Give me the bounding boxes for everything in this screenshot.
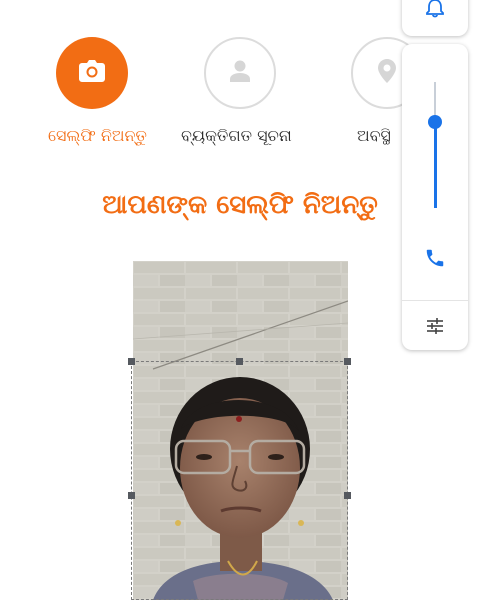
crop-handle-top-center[interactable] xyxy=(236,358,243,365)
volume-slider-thumb[interactable] xyxy=(428,115,442,129)
volume-panel xyxy=(402,44,468,350)
step-location-label: ଅବସ୍ଥି xyxy=(357,126,391,145)
phone-icon[interactable] xyxy=(424,247,446,273)
crop-handle-top-left[interactable] xyxy=(128,358,135,365)
camera-icon xyxy=(79,60,105,86)
step-personal-info-label: ବ୍ୟକ୍ତିଗତ ସୂଚନା xyxy=(181,126,292,145)
selfie-capture-screen: ସେଲ୍ଫି ନିଅନ୍ତୁ ବ୍ୟକ୍ତିଗତ ସୂଚନା ଅବସ୍ଥି ଆପ… xyxy=(0,0,480,600)
crop-handle-middle-left[interactable] xyxy=(128,492,135,499)
volume-mode-button[interactable] xyxy=(402,0,468,36)
person-icon xyxy=(230,60,250,86)
step-selfie-label: ସେଲ୍ଫି ନିଅନ୍ତୁ xyxy=(48,126,147,145)
volume-level-fill xyxy=(434,122,437,208)
crop-selection-box[interactable] xyxy=(131,361,348,600)
crop-handle-top-right[interactable] xyxy=(344,358,351,365)
volume-panel-divider xyxy=(402,300,468,301)
step-personal-info-button[interactable] xyxy=(204,37,276,109)
settings-sliders-icon[interactable] xyxy=(425,316,445,340)
crop-handle-middle-right[interactable] xyxy=(344,492,351,499)
bell-icon xyxy=(425,0,445,22)
location-pin-icon xyxy=(378,59,396,87)
step-selfie-button[interactable] xyxy=(56,37,128,109)
